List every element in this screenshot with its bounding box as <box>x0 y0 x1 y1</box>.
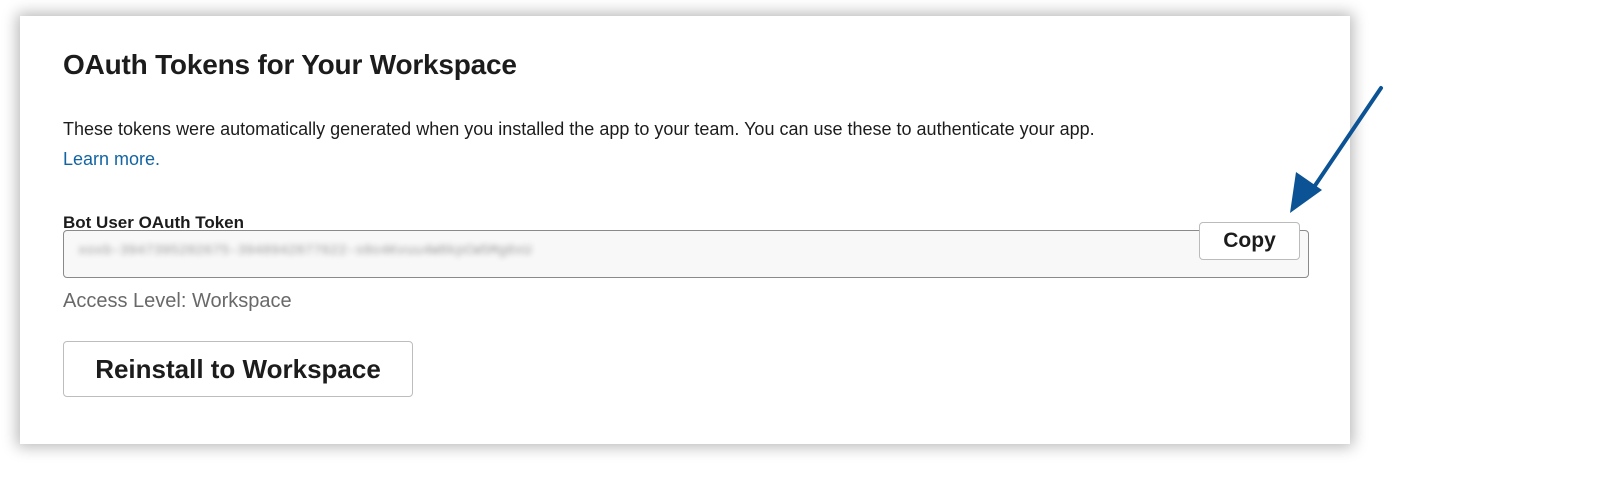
card-title: OAuth Tokens for Your Workspace <box>63 49 517 80</box>
oauth-tokens-card: OAuth Tokens for Your Workspace These to… <box>20 16 1350 444</box>
card-description: These tokens were automatically generate… <box>63 114 1293 174</box>
bot-token-field[interactable]: xoxb-3947395202675-3948942877622-s0o4Kvu… <box>63 230 1309 278</box>
reinstall-to-workspace-button[interactable]: Reinstall to Workspace <box>63 341 413 397</box>
description-text: These tokens were automatically generate… <box>63 119 1095 139</box>
screenshot-stage: OAuth Tokens for Your Workspace These to… <box>0 0 1618 480</box>
masked-token-value: xoxb-3947395202675-3948942877622-s0o4Kvu… <box>78 243 532 259</box>
learn-more-link[interactable]: Learn more. <box>63 149 160 169</box>
access-level-text: Access Level: Workspace <box>63 290 292 312</box>
copy-token-button[interactable]: Copy <box>1199 222 1300 260</box>
